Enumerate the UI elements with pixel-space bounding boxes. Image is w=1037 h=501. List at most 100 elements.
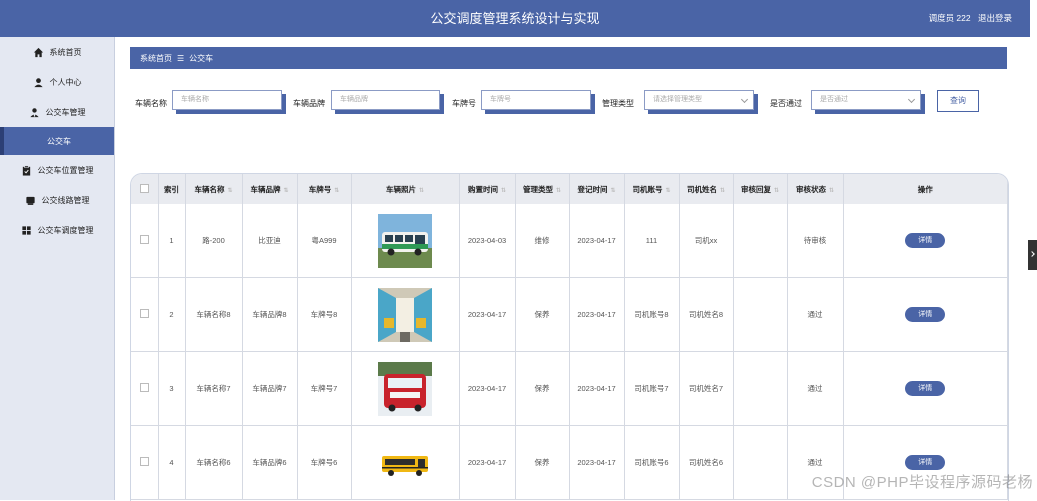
select-all-checkbox[interactable]: [139, 183, 149, 193]
sort-icon: ⇅: [334, 187, 340, 194]
cell-driver-name: 司机姓名8: [679, 277, 734, 352]
sort-icon: ⇅: [773, 187, 780, 194]
logout-link[interactable]: 退出登录: [978, 13, 1012, 23]
table-header-row: 索引 车辆名称 ⇅ 车辆品牌 ⇅ 车牌号 ⇅ 车辆照片 ⇅ 购置时间 ⇅ 管理类型 ⇅ 登记…: [131, 174, 1008, 204]
select-all-header[interactable]: [131, 174, 159, 204]
cell-photo: [351, 351, 460, 426]
cell-photo: [351, 425, 460, 500]
sidebar-item-profile[interactable]: 个人中心: [0, 67, 114, 97]
row-checkbox[interactable]: [139, 309, 149, 318]
cell-review-status: 通过: [787, 277, 844, 352]
cell-register-date: 2023-04-17: [569, 425, 625, 500]
column-header: 索引: [158, 174, 186, 204]
cell-purchase-date: 2023-04-17: [459, 425, 516, 500]
app-title: 公交调度管理系统设计与实现: [430, 11, 600, 26]
row-checkbox[interactable]: [139, 383, 149, 392]
vehicle-name-input[interactable]: 车辆名称: [172, 90, 282, 110]
sort-icon: ⇅: [555, 187, 562, 194]
column-header[interactable]: 车辆名称 ⇅: [185, 174, 243, 204]
cell-review-reply: [733, 425, 788, 500]
detail-button[interactable]: 详情: [905, 233, 946, 248]
sidebar-item-bus[interactable]: 公交车: [0, 127, 114, 155]
sort-icon: ⇅: [283, 187, 289, 194]
sidebar-item-label: 系统首页: [49, 47, 82, 57]
mgmt-type-select[interactable]: 请选择管理类型: [644, 90, 754, 110]
cell-plate: 车牌号6: [297, 425, 352, 500]
sidebar-item-bus-management[interactable]: 公交车管理: [0, 97, 114, 127]
plate-input[interactable]: 车牌号: [481, 90, 591, 110]
sidebar-item-label: 公交车: [47, 136, 71, 146]
cell-driver-account: 111: [624, 204, 680, 278]
cell-driver-name: 司机姓名6: [679, 425, 734, 500]
cell-index: 3: [158, 351, 186, 426]
brand-input[interactable]: 车辆品牌: [331, 90, 440, 110]
sidebar-item-home[interactable]: 系统首页: [0, 37, 114, 67]
folder-icon: [25, 196, 35, 205]
sort-icon: ⇅: [828, 187, 835, 194]
cell-plate: 车牌号8: [297, 277, 352, 352]
cell-name: 车辆名称6: [185, 425, 243, 500]
user-admin-icon: [29, 107, 39, 117]
cell-review-status: 待审核: [787, 204, 844, 278]
brand-label: 车辆品牌: [293, 99, 325, 108]
cell-purchase-date: 2023-04-17: [459, 351, 516, 426]
cell-mgmt-type: 保养: [515, 425, 570, 500]
passed-select[interactable]: 是否通过: [811, 90, 921, 110]
sort-icon: ⇅: [610, 187, 616, 194]
table-row: 3 车辆名称7 车辆品牌7 车牌号7 2023-04-17 保养 2023-04…: [131, 351, 1008, 426]
column-header[interactable]: 管理类型 ⇅: [515, 174, 570, 204]
sidebar-item-label: 公交车位置管理: [37, 165, 94, 175]
sort-icon: ⇅: [418, 187, 425, 194]
bus-photo[interactable]: [378, 287, 432, 342]
column-header[interactable]: 车辆照片 ⇅: [351, 174, 460, 204]
cell-mgmt-type: 保养: [515, 277, 570, 352]
sidebar-item-label: 公交车管理: [45, 107, 86, 117]
column-header[interactable]: 车辆品牌 ⇅: [242, 174, 298, 204]
mgmt-type-label: 管理类型: [602, 99, 634, 108]
sidebar-item-bus-location[interactable]: 公交车位置管理: [0, 155, 114, 185]
column-header[interactable]: 审核状态 ⇅: [787, 174, 844, 204]
column-header[interactable]: 车牌号 ⇅: [297, 174, 352, 204]
detail-button[interactable]: 详情: [905, 455, 946, 470]
cell-driver-account: 司机账号6: [624, 425, 680, 500]
bus-photo[interactable]: [378, 435, 432, 490]
cell-brand: 车辆品牌8: [242, 277, 298, 352]
cell-actions: 详情: [843, 204, 1008, 278]
detail-button[interactable]: 详情: [905, 307, 946, 322]
detail-button[interactable]: 详情: [905, 381, 946, 396]
sidebar: 系统首页 个人中心 公交车管理 公交车 公交车位置管理 公交线路管理 公交车调度…: [0, 37, 115, 500]
cell-plate: 粤A999: [297, 204, 352, 278]
cell-register-date: 2023-04-17: [569, 204, 625, 278]
bus-photo[interactable]: [378, 213, 432, 268]
sort-icon: ⇅: [227, 187, 233, 194]
column-header[interactable]: 司机账号 ⇅: [624, 174, 680, 204]
cell-review-reply: [733, 204, 788, 278]
breadcrumb-current: 公交车: [189, 53, 214, 63]
breadcrumb-home[interactable]: 系统首页: [140, 53, 172, 64]
cell-index: 1: [158, 204, 186, 278]
plate-label: 车牌号: [452, 99, 476, 108]
watermark: CSDN @PHP毕设程序源码老杨: [811, 474, 1033, 491]
sidebar-item-bus-route[interactable]: 公交线路管理: [0, 185, 114, 215]
table-row: 1 路-200 比亚迪 粤A999 2023-04-03 维修 2023-04-…: [131, 204, 1008, 278]
column-header[interactable]: 登记时间 ⇅: [569, 174, 625, 204]
row-checkbox[interactable]: [139, 457, 149, 466]
cell-review-reply: [733, 351, 788, 426]
cell-brand: 车辆品牌7: [242, 351, 298, 426]
query-button[interactable]: 查询: [937, 90, 979, 112]
cell-driver-name: 司机xx: [679, 204, 734, 278]
row-checkbox[interactable]: [139, 235, 149, 244]
collapse-tab-icon[interactable]: [1028, 240, 1037, 270]
cell-mgmt-type: 保养: [515, 351, 570, 426]
column-header[interactable]: 购置时间 ⇅: [459, 174, 516, 204]
data-table: 索引 车辆名称 ⇅ 车辆品牌 ⇅ 车牌号 ⇅ 车辆照片 ⇅ 购置时间 ⇅ 管理类型 ⇅ 登记…: [130, 173, 1009, 501]
cell-photo: [351, 277, 460, 352]
sidebar-item-bus-dispatch[interactable]: 公交车调度管理: [0, 215, 114, 245]
sidebar-item-label: 公交车调度管理: [37, 225, 94, 235]
cell-index: 2: [158, 277, 186, 352]
cell-register-date: 2023-04-17: [569, 277, 625, 352]
cell-review-reply: [733, 277, 788, 352]
bus-photo[interactable]: [378, 361, 432, 416]
column-header[interactable]: 司机姓名 ⇅: [679, 174, 734, 204]
column-header[interactable]: 审核回复 ⇅: [733, 174, 788, 204]
